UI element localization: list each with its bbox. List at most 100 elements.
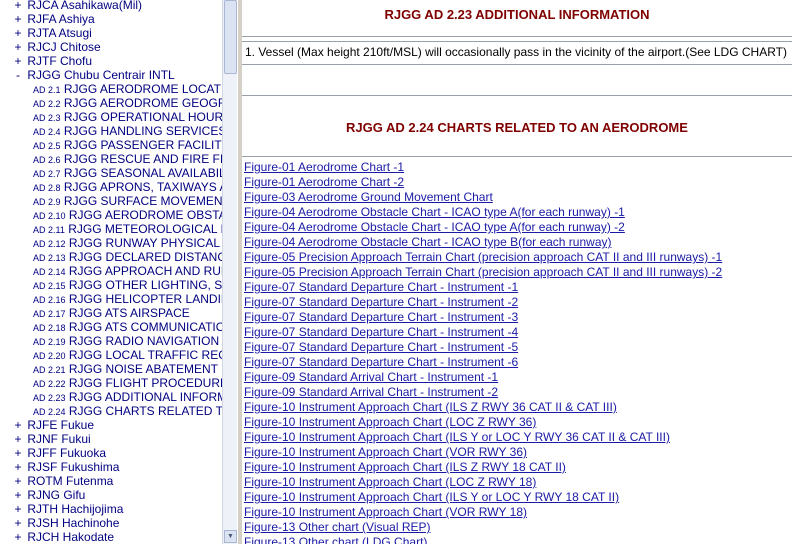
- expand-toggle-icon[interactable]: +: [12, 516, 24, 530]
- expand-toggle-icon[interactable]: +: [12, 26, 24, 40]
- chart-link[interactable]: Figure-10 Instrument Approach Chart (ILS…: [244, 430, 792, 445]
- section-link-text[interactable]: RJGG AERODROME LOCATION INDICATOR AND NA…: [64, 82, 222, 96]
- chart-link[interactable]: Figure-07 Standard Departure Chart - Ins…: [244, 280, 792, 295]
- chart-link[interactable]: Figure-09 Standard Arrival Chart - Instr…: [244, 370, 792, 385]
- section-link-text[interactable]: RJGG SURFACE MOVEMENT GUIDANCE AND CONTR…: [64, 194, 222, 208]
- chart-link[interactable]: Figure-05 Precision Approach Terrain Cha…: [244, 250, 792, 265]
- chart-link[interactable]: Figure-07 Standard Departure Chart - Ins…: [244, 310, 792, 325]
- tree-child-section[interactable]: AD 2.10 RJGG AERODROME OBSTACLES: [0, 208, 222, 222]
- section-link-text[interactable]: RJGG RUNWAY PHYSICAL CHARACTERISTICS: [69, 236, 222, 250]
- expand-toggle-icon[interactable]: +: [12, 488, 24, 502]
- tree-node-airport[interactable]: + RJSH Hachinohe: [0, 516, 222, 530]
- scrollbar-thumb[interactable]: [224, 0, 237, 74]
- chart-link[interactable]: Figure-10 Instrument Approach Chart (LOC…: [244, 475, 792, 490]
- tree-node-airport[interactable]: + RJCA Asahikawa(Mil): [0, 0, 222, 12]
- tree-node-airport[interactable]: + RJFA Ashiya: [0, 12, 222, 26]
- chart-link[interactable]: Figure-09 Standard Arrival Chart - Instr…: [244, 385, 792, 400]
- tree-child-section[interactable]: AD 2.15 RJGG OTHER LIGHTING, SECONDARY P…: [0, 278, 222, 292]
- section-link-text[interactable]: RJGG FLIGHT PROCEDURES: [69, 376, 222, 390]
- tree-child-section[interactable]: AD 2.4 RJGG HANDLING SERVICES AND FACILI…: [0, 124, 222, 138]
- chart-link[interactable]: Figure-13 Other chart (Visual REP): [244, 520, 792, 535]
- expand-toggle-icon[interactable]: +: [12, 432, 24, 446]
- section-link-text[interactable]: RJGG HELICOPTER LANDING AREA: [69, 292, 222, 306]
- expand-toggle-icon[interactable]: +: [12, 12, 24, 26]
- section-link-text[interactable]: RJGG RESCUE AND FIRE FIGHTING SERVICES: [64, 152, 222, 166]
- tree-child-section[interactable]: AD 2.13 RJGG DECLARED DISTANCES: [0, 250, 222, 264]
- chart-link[interactable]: Figure-01 Aerodrome Chart -2: [244, 175, 792, 190]
- tree-node-airport[interactable]: + RJTA Atsugi: [0, 26, 222, 40]
- tree-node-airport[interactable]: + RJCJ Chitose: [0, 40, 222, 54]
- tree-node-airport[interactable]: + RJNG Gifu: [0, 488, 222, 502]
- chart-link[interactable]: Figure-07 Standard Departure Chart - Ins…: [244, 295, 792, 310]
- section-link-text[interactable]: RJGG NOISE ABATEMENT PROCEDURES: [69, 362, 222, 376]
- collapse-toggle-icon[interactable]: -: [12, 68, 24, 82]
- tree-node-airport[interactable]: - RJGG Chubu Centrair INTL: [0, 68, 222, 82]
- section-link-text[interactable]: RJGG PASSENGER FACILITIES: [64, 138, 222, 152]
- expand-toggle-icon[interactable]: +: [12, 460, 24, 474]
- tree-child-section[interactable]: AD 2.24 RJGG CHARTS RELATED TO AN AERODR…: [0, 404, 222, 418]
- tree-node-airport[interactable]: + RJCH Hakodate: [0, 530, 222, 544]
- tree-child-section[interactable]: AD 2.18 RJGG ATS COMMUNICATION FACILITIE…: [0, 320, 222, 334]
- chart-link[interactable]: Figure-10 Instrument Approach Chart (VOR…: [244, 505, 792, 520]
- section-link-text[interactable]: RJGG ATS COMMUNICATION FACILITIES: [69, 320, 222, 334]
- expand-toggle-icon[interactable]: +: [12, 418, 24, 432]
- chart-link[interactable]: Figure-10 Instrument Approach Chart (ILS…: [244, 490, 792, 505]
- section-link-text[interactable]: RJGG DECLARED DISTANCES: [69, 250, 222, 264]
- tree-node-airport[interactable]: + RJTF Chofu: [0, 54, 222, 68]
- section-link-text[interactable]: RJGG OPERATIONAL HOURS: [64, 110, 222, 124]
- tree-node-airport[interactable]: + RJTH Hachijojima: [0, 502, 222, 516]
- tree-child-section[interactable]: AD 2.12 RJGG RUNWAY PHYSICAL CHARACTERIS…: [0, 236, 222, 250]
- chart-link[interactable]: Figure-05 Precision Approach Terrain Cha…: [244, 265, 792, 280]
- expand-toggle-icon[interactable]: +: [12, 54, 24, 68]
- section-link-text[interactable]: RJGG APPROACH AND RUNWAY LIGHTING: [69, 264, 222, 278]
- section-link-text[interactable]: RJGG RADIO NAVIGATION AND LANDING AIDS: [69, 334, 222, 348]
- expand-toggle-icon[interactable]: +: [12, 0, 24, 12]
- chart-link[interactable]: Figure-07 Standard Departure Chart - Ins…: [244, 340, 792, 355]
- section-link-text[interactable]: RJGG LOCAL TRAFFIC REGULATIONS: [69, 348, 222, 362]
- tree-child-section[interactable]: AD 2.5 RJGG PASSENGER FACILITIES: [0, 138, 222, 152]
- expand-toggle-icon[interactable]: +: [12, 502, 24, 516]
- scroll-down-arrow-icon[interactable]: ▼: [224, 530, 237, 543]
- tree-node-airport[interactable]: + RJSF Fukushima: [0, 460, 222, 474]
- tree-child-section[interactable]: AD 2.14 RJGG APPROACH AND RUNWAY LIGHTIN…: [0, 264, 222, 278]
- tree-child-section[interactable]: AD 2.19 RJGG RADIO NAVIGATION AND LANDIN…: [0, 334, 222, 348]
- expand-toggle-icon[interactable]: +: [12, 40, 24, 54]
- chart-link[interactable]: Figure-04 Aerodrome Obstacle Chart - ICA…: [244, 220, 792, 235]
- chart-link[interactable]: Figure-03 Aerodrome Ground Movement Char…: [244, 190, 792, 205]
- section-link-text[interactable]: RJGG METEOROLOGICAL INFORMATION PROVIDED: [68, 222, 222, 236]
- tree-child-section[interactable]: AD 2.9 RJGG SURFACE MOVEMENT GUIDANCE AN…: [0, 194, 222, 208]
- tree-node-airport[interactable]: + RJFE Fukue: [0, 418, 222, 432]
- expand-toggle-icon[interactable]: +: [12, 446, 24, 460]
- chart-link[interactable]: Figure-10 Instrument Approach Chart (VOR…: [244, 445, 792, 460]
- tree-child-section[interactable]: AD 2.2 RJGG AERODROME GEOGRAPHICAL AND A…: [0, 96, 222, 110]
- chart-link[interactable]: Figure-10 Instrument Approach Chart (LOC…: [244, 415, 792, 430]
- section-link-text[interactable]: RJGG ATS AIRSPACE: [69, 306, 190, 320]
- section-link-text[interactable]: RJGG CHARTS RELATED TO AN AERODROME: [69, 404, 222, 418]
- tree-child-section[interactable]: AD 2.23 RJGG ADDITIONAL INFORMATION: [0, 390, 222, 404]
- chart-link[interactable]: Figure-10 Instrument Approach Chart (ILS…: [244, 460, 792, 475]
- section-link-text[interactable]: RJGG AERODROME GEOGRAPHICAL AND ADMINIST…: [64, 96, 222, 110]
- tree-node-airport[interactable]: + RJFF Fukuoka: [0, 446, 222, 460]
- chart-link[interactable]: Figure-01 Aerodrome Chart -1: [244, 160, 792, 175]
- tree-child-section[interactable]: AD 2.8 RJGG APRONS, TAXIWAYS AND CHECK L…: [0, 180, 222, 194]
- chart-link[interactable]: Figure-13 Other chart (LDG Chart): [244, 535, 792, 544]
- expand-toggle-icon[interactable]: +: [12, 474, 24, 488]
- tree-child-section[interactable]: AD 2.20 RJGG LOCAL TRAFFIC REGULATIONS: [0, 348, 222, 362]
- chart-link[interactable]: Figure-04 Aerodrome Obstacle Chart - ICA…: [244, 205, 792, 220]
- section-link-text[interactable]: RJGG OTHER LIGHTING, SECONDARY POWER SUP…: [69, 278, 222, 292]
- tree-child-section[interactable]: AD 2.6 RJGG RESCUE AND FIRE FIGHTING SER…: [0, 152, 222, 166]
- chart-link[interactable]: Figure-10 Instrument Approach Chart (ILS…: [244, 400, 792, 415]
- section-link-text[interactable]: RJGG AERODROME OBSTACLES: [69, 208, 222, 222]
- chart-link[interactable]: Figure-04 Aerodrome Obstacle Chart - ICA…: [244, 235, 792, 250]
- tree-child-section[interactable]: AD 2.16 RJGG HELICOPTER LANDING AREA: [0, 292, 222, 306]
- tree-child-section[interactable]: AD 2.7 RJGG SEASONAL AVAILABILITY - CLEA…: [0, 166, 222, 180]
- section-link-text[interactable]: RJGG ADDITIONAL INFORMATION: [69, 390, 222, 404]
- tree-child-section[interactable]: AD 2.21 RJGG NOISE ABATEMENT PROCEDURES: [0, 362, 222, 376]
- chart-link[interactable]: Figure-07 Standard Departure Chart - Ins…: [244, 355, 792, 370]
- tree-vertical-scrollbar[interactable]: ▼: [222, 0, 237, 544]
- tree-child-section[interactable]: AD 2.22 RJGG FLIGHT PROCEDURES: [0, 376, 222, 390]
- expand-toggle-icon[interactable]: +: [12, 530, 24, 544]
- tree-node-airport[interactable]: + RJNF Fukui: [0, 432, 222, 446]
- tree-node-airport[interactable]: + ROTM Futenma: [0, 474, 222, 488]
- tree-child-section[interactable]: AD 2.3 RJGG OPERATIONAL HOURS: [0, 110, 222, 124]
